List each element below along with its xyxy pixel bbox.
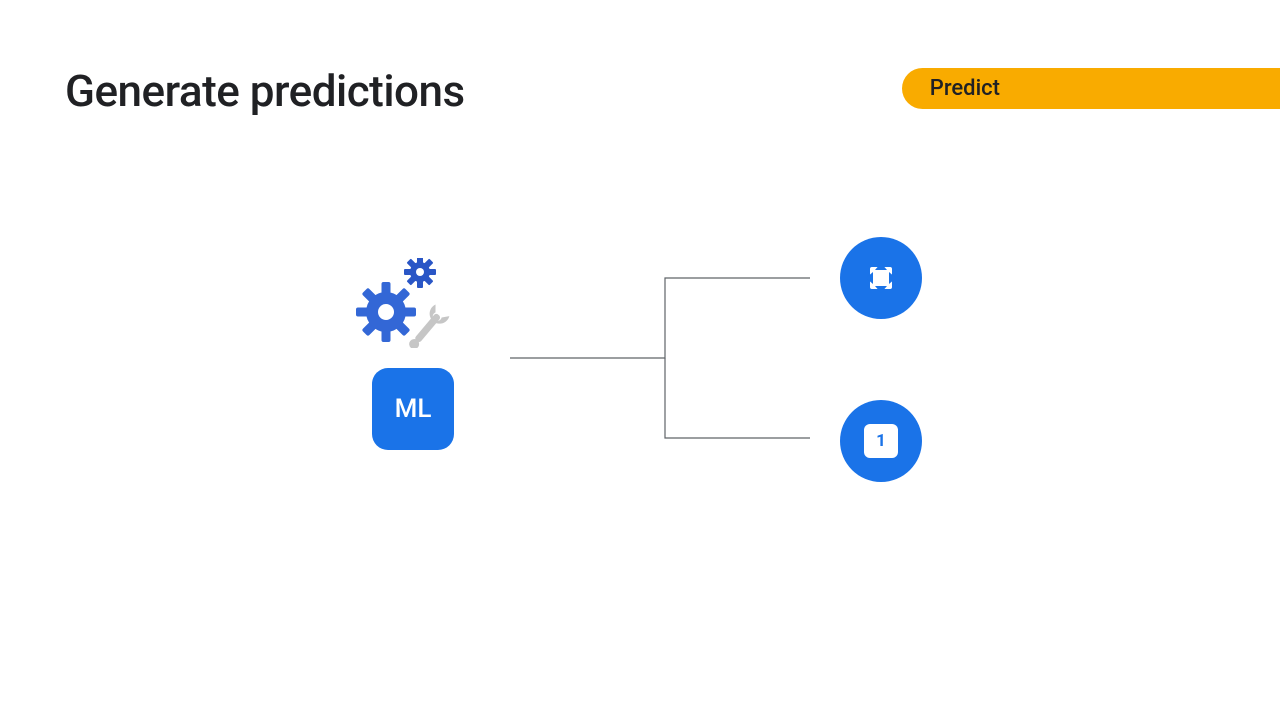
expand-arrows-icon (840, 237, 922, 319)
predict-badge: Predict (902, 68, 1280, 109)
page-title: Generate predictions (65, 65, 465, 117)
ml-label: ML (395, 394, 432, 424)
gears-wrench-icon (350, 258, 470, 348)
branch-connector (510, 270, 820, 470)
one-square: 1 (864, 424, 898, 458)
one-label: 1 (876, 431, 886, 451)
single-prediction-icon: 1 (840, 400, 922, 482)
ml-chip-icon: ML (372, 368, 454, 450)
